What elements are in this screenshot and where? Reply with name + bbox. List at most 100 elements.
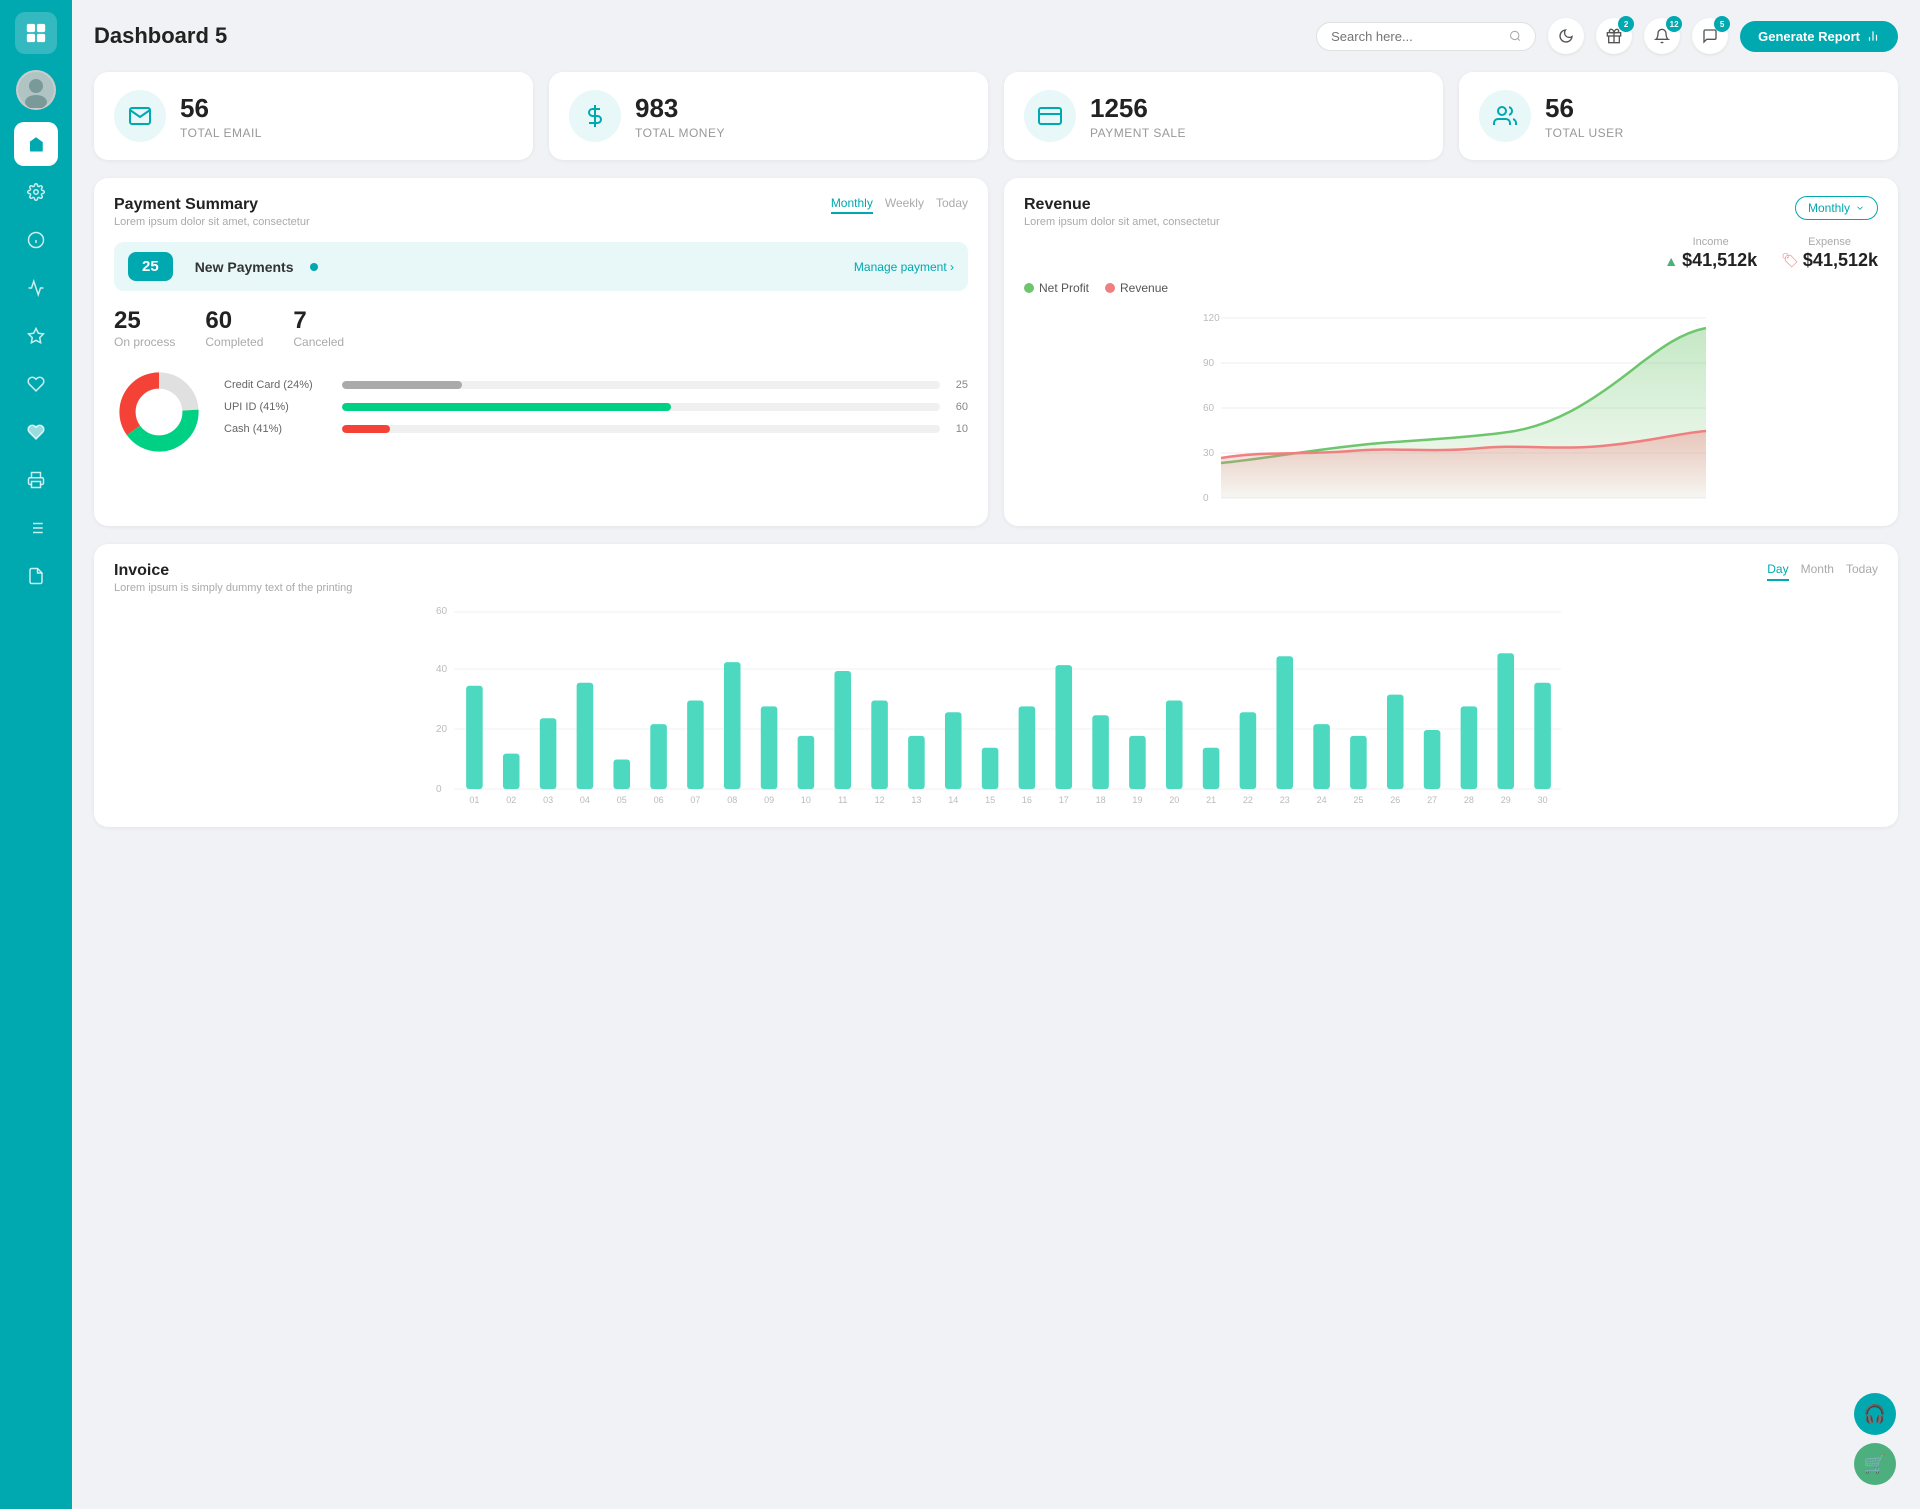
header: Dashboard 5 2 12 5 Generate Repo	[94, 18, 1898, 54]
stats-mini-row: 25 On process 60 Completed 7 Canceled	[114, 307, 968, 349]
svg-text:13: 13	[911, 795, 921, 804]
chat-icon	[1702, 28, 1718, 44]
invoice-tab-month[interactable]: Month	[1801, 562, 1834, 581]
revenue-monthly-dropdown[interactable]: Monthly	[1795, 196, 1878, 220]
payment-panel-title: Payment Summary	[114, 196, 310, 214]
svg-text:04: 04	[580, 795, 590, 804]
chat-button[interactable]: 5	[1692, 18, 1728, 54]
sidebar-item-home[interactable]	[14, 122, 58, 166]
stat-number-user: 56	[1545, 93, 1624, 124]
revenue-top-stats: Income ▲ $41,512k Expense 🏷 $41,512k	[1024, 236, 1878, 271]
completed-num: 60	[205, 307, 263, 335]
legend-netprofit: Net Profit	[1024, 281, 1089, 295]
payment-panel-subtitle: Lorem ipsum dolor sit amet, consectetur	[114, 216, 310, 228]
sidebar-item-chart[interactable]	[14, 266, 58, 310]
new-payments-row: 25 New Payments Manage payment ›	[114, 242, 968, 291]
revenue-title: Revenue	[1024, 196, 1220, 214]
svg-text:17: 17	[1059, 795, 1069, 804]
sidebar-item-heart1[interactable]	[14, 362, 58, 406]
svg-text:23: 23	[1280, 795, 1290, 804]
bar-val-upi: 60	[948, 401, 968, 413]
payment-bars: Credit Card (24%) 25 UPI ID (41%) 60	[224, 379, 968, 445]
sidebar-item-heart2[interactable]	[14, 410, 58, 454]
sidebar-logo[interactable]	[15, 12, 57, 54]
svg-text:15: 15	[985, 795, 995, 804]
payment-bottom: Credit Card (24%) 25 UPI ID (41%) 60	[114, 367, 968, 457]
gift-button[interactable]: 2	[1596, 18, 1632, 54]
stat-mini-completed: 60 Completed	[205, 307, 263, 349]
bell-icon	[1654, 28, 1670, 44]
stat-label-user: TOTAL USER	[1545, 126, 1624, 140]
invoice-tab-today[interactable]: Today	[1846, 562, 1878, 581]
svg-text:20: 20	[436, 724, 448, 735]
support-float-button[interactable]: 🎧	[1854, 1393, 1896, 1435]
user-icon	[1479, 90, 1531, 142]
bar-chart-icon	[1866, 29, 1880, 43]
stat-info-email: 56 TOTAL EMAIL	[180, 93, 262, 140]
invoice-tab-day[interactable]: Day	[1767, 562, 1788, 581]
stat-card-payment: 1256 PAYMENT SALE	[1004, 72, 1443, 160]
stat-number-money: 983	[635, 93, 725, 124]
bar-track-cash	[342, 425, 940, 433]
sidebar-item-info[interactable]	[14, 218, 58, 262]
svg-text:40: 40	[436, 664, 448, 675]
sidebar-item-print[interactable]	[14, 458, 58, 502]
bar-val-creditcard: 25	[948, 379, 968, 391]
invoice-chart-container: 60 40 20 0 01020304050607080910111213141…	[114, 604, 1878, 809]
svg-text:09: 09	[764, 795, 774, 804]
svg-text:120: 120	[1203, 313, 1220, 324]
payment-tabs: Monthly Weekly Today	[831, 196, 968, 214]
svg-text:01: 01	[469, 795, 479, 804]
sidebar-item-file[interactable]	[14, 554, 58, 598]
tab-weekly-payment[interactable]: Weekly	[885, 196, 924, 214]
search-input[interactable]	[1331, 29, 1501, 44]
expense-stat: Expense 🏷 $41,512k	[1781, 236, 1878, 271]
sidebar-item-star[interactable]	[14, 314, 58, 358]
chevron-down-icon	[1855, 203, 1865, 213]
svg-text:14: 14	[948, 795, 958, 804]
svg-text:27: 27	[1427, 795, 1437, 804]
search-box[interactable]	[1316, 22, 1536, 51]
svg-text:02: 02	[506, 795, 516, 804]
sidebar-item-settings[interactable]	[14, 170, 58, 214]
tab-monthly-payment[interactable]: Monthly	[831, 196, 873, 214]
money-icon	[569, 90, 621, 142]
canceled-num: 7	[293, 307, 344, 335]
svg-text:11: 11	[838, 795, 847, 804]
onprocess-label: On process	[114, 335, 175, 349]
svg-text:06: 06	[654, 795, 664, 804]
stat-card-email: 56 TOTAL EMAIL	[94, 72, 533, 160]
new-payments-dot	[310, 263, 318, 271]
new-payments-count: 25	[128, 252, 173, 281]
legend-dot-netprofit	[1024, 283, 1034, 293]
manage-payment-link[interactable]: Manage payment ›	[854, 260, 954, 274]
bar-label-upi: UPI ID (41%)	[224, 401, 334, 413]
revenue-title-area: Revenue Lorem ipsum dolor sit amet, cons…	[1024, 196, 1220, 228]
svg-text:30: 30	[1538, 795, 1548, 804]
svg-text:12: 12	[875, 795, 885, 804]
cart-float-button[interactable]: 🛒	[1854, 1443, 1896, 1485]
bar-label-creditcard: Credit Card (24%)	[224, 379, 334, 391]
svg-text:30: 30	[1203, 448, 1215, 459]
content-row: Payment Summary Lorem ipsum dolor sit am…	[94, 178, 1898, 526]
generate-report-button[interactable]: Generate Report	[1740, 21, 1898, 52]
svg-text:05: 05	[617, 795, 627, 804]
revenue-chart: 0 30 60 90 120	[1024, 303, 1878, 503]
stat-card-user: 56 TOTAL USER	[1459, 72, 1898, 160]
income-value: $41,512k	[1682, 250, 1757, 271]
page-title: Dashboard 5	[94, 23, 227, 49]
sidebar-item-list[interactable]	[14, 506, 58, 550]
svg-text:29: 29	[1501, 795, 1511, 804]
svg-text:07: 07	[690, 795, 700, 804]
tab-today-payment[interactable]: Today	[936, 196, 968, 214]
expense-label: Expense	[1781, 236, 1878, 248]
bell-button[interactable]: 12	[1644, 18, 1680, 54]
invoice-tabs: Day Month Today	[1767, 562, 1878, 581]
bar-fill-upi	[342, 403, 671, 411]
email-icon	[114, 90, 166, 142]
dark-mode-button[interactable]	[1548, 18, 1584, 54]
avatar[interactable]	[16, 70, 56, 110]
donut-chart	[114, 367, 204, 457]
stats-row: 56 TOTAL EMAIL 983 TOTAL MONEY 1256 PAYM…	[94, 72, 1898, 160]
gift-badge: 2	[1618, 16, 1634, 32]
